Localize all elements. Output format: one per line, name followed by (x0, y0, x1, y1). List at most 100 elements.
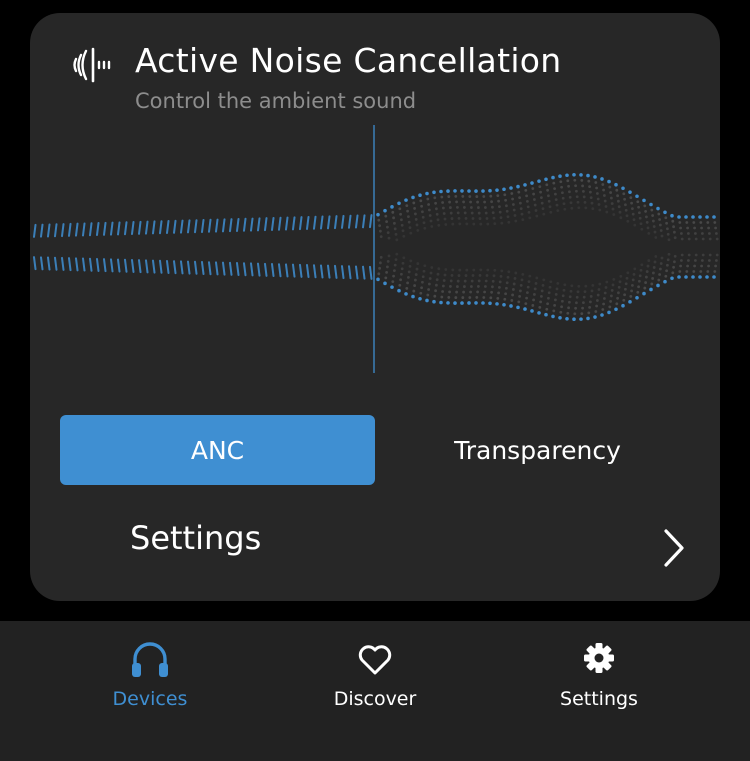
waveform-dot (574, 306, 577, 310)
waveform-stroke (117, 258, 121, 273)
waveform-dot (470, 206, 473, 209)
waveform-dot (698, 215, 702, 219)
waveform-dot (595, 186, 598, 190)
waveform-dot (521, 273, 525, 276)
waveform-dot (555, 203, 559, 207)
waveform-stroke (110, 221, 114, 236)
waveform-dot (434, 289, 437, 293)
waveform-dot (687, 232, 690, 235)
waveform-stroke (194, 219, 198, 234)
waveform-dot (472, 268, 476, 272)
waveform-dot (433, 294, 437, 298)
waveform-dot (528, 216, 532, 220)
waveform-dot (708, 237, 712, 241)
waveform-dot (520, 212, 524, 216)
waveform-dot (558, 315, 562, 320)
waveform-dot (547, 296, 550, 300)
waveform-dot (491, 205, 494, 209)
waveform-dot (471, 217, 475, 220)
waveform-stroke (306, 264, 310, 279)
waveform-stroke (348, 214, 352, 229)
waveform-dot (659, 229, 663, 232)
waveform-dot (677, 215, 681, 219)
waveform-dot (379, 235, 383, 239)
waveform-dot (645, 215, 648, 219)
waveform-dot (477, 279, 481, 283)
waveform-dot (402, 256, 406, 260)
waveform-dot (575, 189, 578, 193)
waveform-dot (416, 262, 420, 265)
waveform-dot (705, 215, 709, 219)
waveform-dot (654, 255, 658, 258)
waveform-dot (404, 292, 408, 296)
waveform-dot (610, 196, 613, 200)
tab-settings[interactable]: Settings (474, 621, 724, 761)
waveform-dot (392, 274, 395, 278)
waveform-dot (590, 289, 594, 293)
waveform-stroke (82, 257, 86, 272)
waveform-dot (664, 216, 668, 220)
chevron-right-icon (660, 527, 688, 569)
waveform-dot (572, 317, 576, 322)
waveform-stroke (292, 263, 296, 278)
waveform-dot (638, 216, 642, 220)
waveform-dot (504, 292, 507, 296)
waveform-dot (432, 299, 436, 304)
waveform-dot (713, 221, 717, 224)
waveform-dot (398, 283, 402, 287)
waveform-dot (623, 293, 626, 297)
waveform-dot (439, 300, 443, 305)
waveform-dot (505, 281, 509, 285)
waveform-dot (570, 206, 574, 210)
waveform-dot (612, 278, 616, 281)
waveform-stroke (75, 222, 79, 237)
waveform-dot (418, 193, 422, 198)
waveform-dot (694, 253, 698, 257)
waveform-dot (646, 264, 650, 268)
waveform-dot (509, 186, 513, 190)
waveform-stroke (229, 261, 233, 276)
waveform-dot (463, 206, 466, 209)
waveform-dot (387, 236, 391, 240)
waveform-dot (544, 312, 548, 317)
waveform-dot (435, 278, 439, 282)
waveform-dot (507, 270, 511, 274)
waveform-dot (664, 274, 668, 278)
waveform-dot (708, 253, 712, 257)
anc-settings-row[interactable]: Settings (30, 503, 720, 581)
waveform-dot (379, 255, 383, 259)
waveform-dot (384, 276, 388, 280)
anc-mode-button[interactable]: ANC (60, 415, 375, 485)
transparency-mode-button[interactable]: Transparency (380, 415, 695, 485)
waveform-dot (569, 201, 573, 205)
waveform-stroke (82, 222, 86, 237)
waveform-dot (623, 197, 626, 201)
waveform-stroke (243, 217, 247, 232)
waveform-dot (421, 215, 425, 219)
waveform-dot (625, 276, 629, 280)
waveform-stroke (103, 258, 107, 273)
tab-discover[interactable]: Discover (250, 621, 500, 761)
tab-devices[interactable]: Devices (25, 621, 275, 761)
waveform-dot (505, 286, 508, 290)
waveform-dot (612, 213, 616, 216)
tab-settings-label: Settings (560, 688, 638, 710)
waveform-dot (659, 262, 663, 265)
waveform-dot (516, 305, 520, 310)
anc-mode-selector: ANC Transparency (60, 415, 690, 485)
waveform-stroke (89, 257, 93, 272)
waveform-dot (597, 203, 601, 206)
waveform-dot (631, 212, 635, 216)
waveform-dot (442, 284, 445, 288)
waveform-dot (498, 210, 502, 214)
waveform-dot (647, 259, 651, 262)
waveform-dot (425, 191, 429, 196)
waveform-dot (506, 275, 510, 279)
waveform-dot (588, 185, 591, 189)
waveform-dot (523, 307, 527, 311)
waveform-dot (700, 264, 703, 268)
waveform-dot (430, 225, 434, 228)
waveform-stroke (75, 257, 79, 272)
waveform-dot (567, 306, 570, 310)
waveform-dot (596, 197, 600, 201)
